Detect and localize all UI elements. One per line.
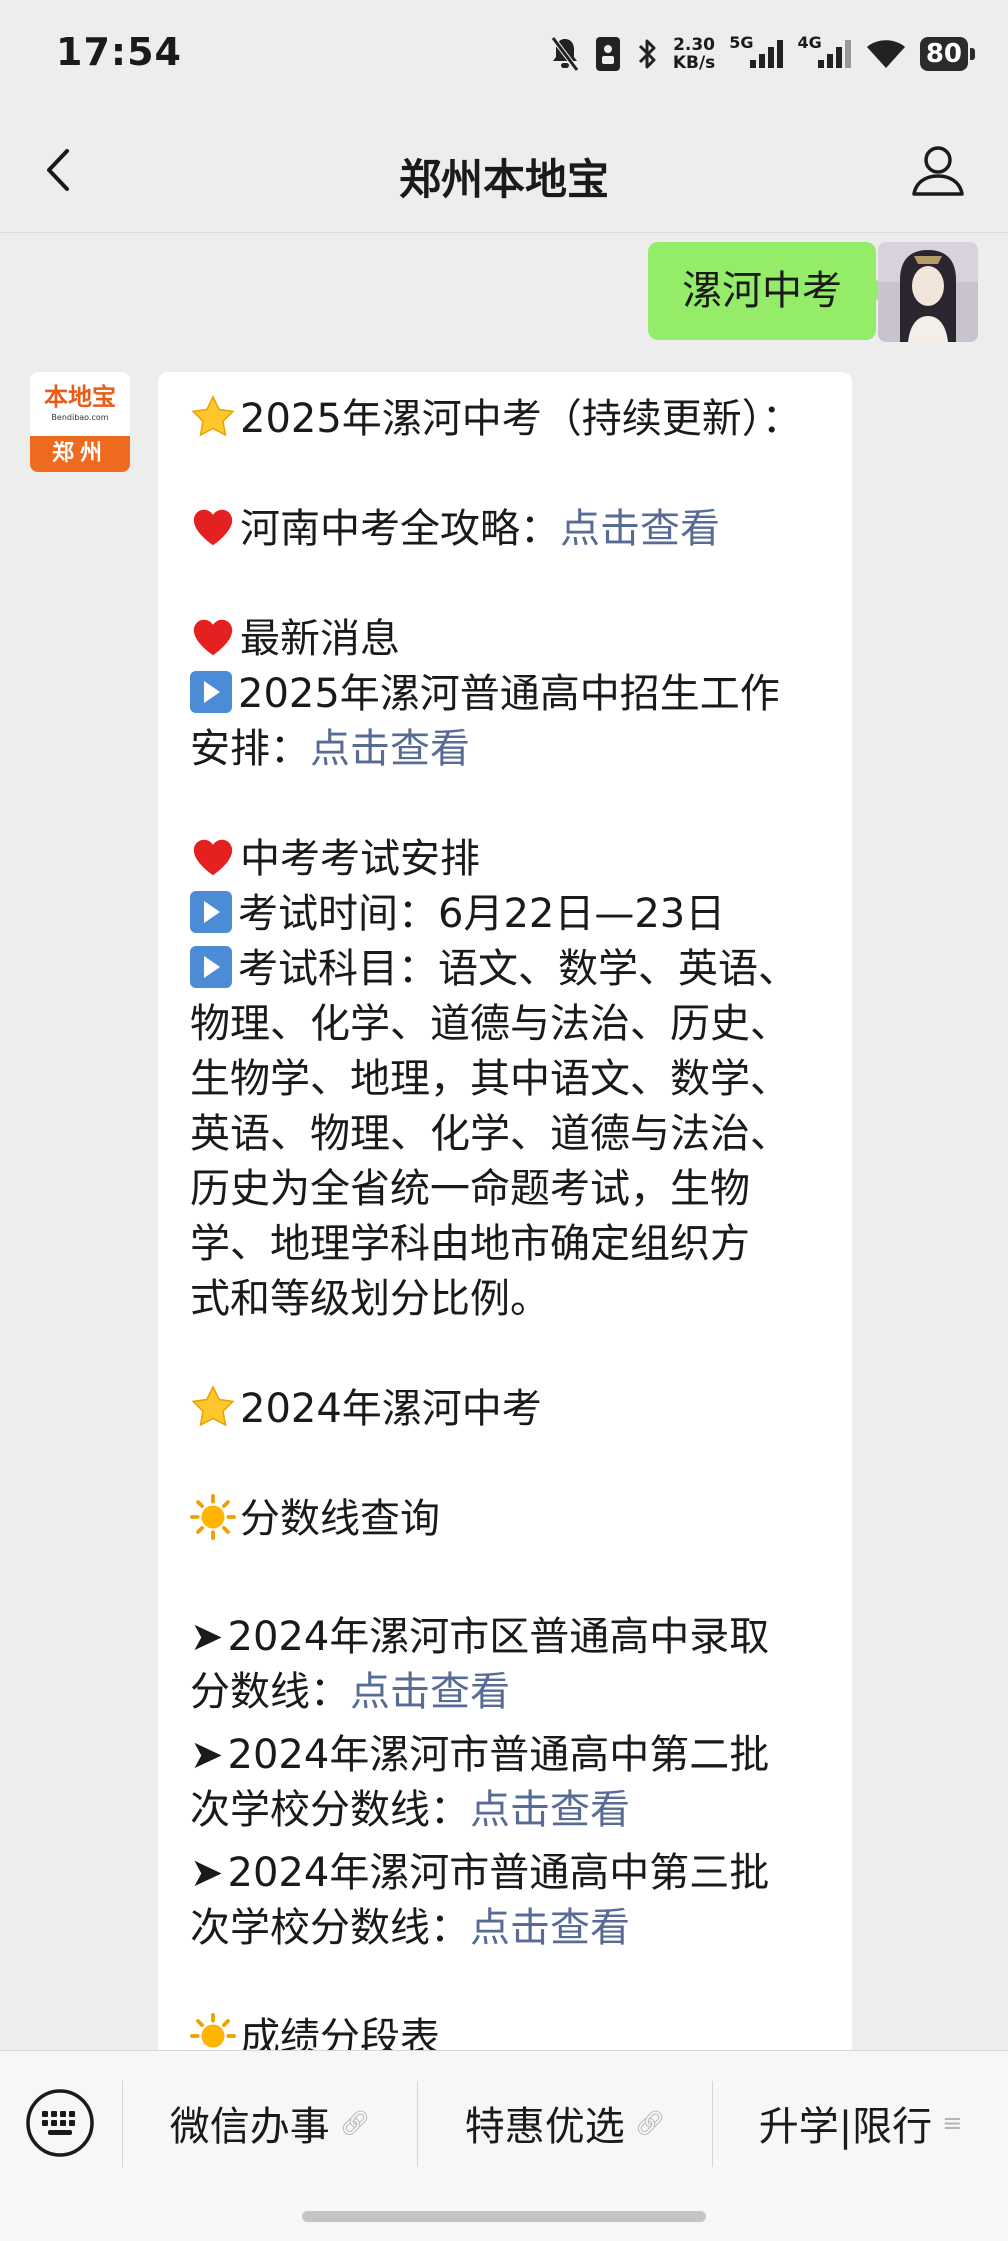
heart-icon: [193, 839, 233, 876]
menu-item-label: 特惠优选: [464, 2104, 625, 2150]
sim-icon: [595, 34, 621, 74]
message-line: 次学校分数线：点击查看: [190, 1905, 630, 1951]
message-line: 考试时间：6月22日—23日: [190, 887, 830, 942]
message-line: 英语、物理、化学、道德与法治、: [190, 1111, 790, 1157]
brand-domain: Bendibao.com: [51, 413, 109, 422]
keyboard-icon: [26, 2089, 94, 2157]
link-icon: 🔗︎: [339, 2109, 371, 2137]
arrow-icon: ➤: [190, 1732, 224, 1778]
profile-icon: [912, 146, 964, 196]
message-line: 历史为全省统一命题考试，生物: [190, 1166, 750, 1212]
message-line: 分数线：点击查看: [190, 1669, 510, 1715]
net-speed-unit: KB/s: [672, 53, 716, 73]
star-icon: [191, 395, 235, 437]
menu-item-deals[interactable]: 特惠优选 🔗︎: [418, 2075, 712, 2171]
message-line: 最新消息: [190, 612, 830, 667]
message-line: ➤ 2024年漯河市普通高中第二批: [190, 1732, 770, 1778]
signal-5g-label: 5G: [729, 32, 754, 52]
wifi-icon: [866, 34, 906, 74]
signal-4g-icon: 4G: [797, 32, 852, 74]
menu-item-label: 升学|限行: [758, 2104, 933, 2150]
brand-logo: 本地宝 Bendibao.com: [30, 372, 130, 436]
status-bar: 17:54 2.30 KB/s 5G 4G 80: [0, 0, 1008, 108]
view-link[interactable]: 点击查看: [560, 506, 720, 552]
arrow-icon: ➤: [190, 1850, 224, 1896]
brand-city: 郑州: [30, 436, 130, 472]
heart-icon: [193, 509, 233, 546]
outgoing-message[interactable]: 漯河中考: [648, 242, 890, 340]
message-line: 分数线查询: [190, 1492, 830, 1547]
bluetooth-icon: [635, 34, 659, 74]
arrow-icon: ➤: [190, 1614, 224, 1660]
message-line: 2025年漯河普通高中招生工作: [190, 667, 830, 722]
message-line: 2024年漯河中考: [190, 1382, 830, 1437]
status-icons: 2.30 KB/s 5G 4G 80: [549, 32, 976, 76]
message-line: 学、地理学科由地市确定组织方: [190, 1221, 750, 1267]
message-line: 式和等级划分比例。: [190, 1276, 550, 1322]
menu-item-wechat-service[interactable]: 微信办事 🔗︎: [123, 2075, 417, 2171]
menu-list-icon: ≡: [942, 2109, 963, 2137]
view-link[interactable]: 点击查看: [470, 1787, 630, 1833]
message-line: 次学校分数线：点击查看: [190, 1787, 630, 1833]
sun-icon: [190, 1494, 236, 1540]
message-line: 2025年漯河中考（持续更新）：: [190, 392, 830, 447]
star-icon: [191, 1385, 235, 1427]
message-line: 安排：点击查看: [190, 726, 470, 772]
user-avatar[interactable]: [878, 242, 978, 342]
brand-avatar[interactable]: 本地宝 Bendibao.com 郑州: [30, 372, 130, 472]
incoming-message[interactable]: 2025年漯河中考（持续更新）： 河南中考全攻略：点击查看 最新消息 2025年…: [158, 372, 852, 2072]
title-bar: 郑州本地宝: [0, 108, 1008, 233]
home-indicator[interactable]: [302, 2211, 706, 2222]
signal-4g-label: 4G: [797, 32, 822, 52]
net-speed: 2.30 KB/s: [673, 34, 715, 74]
play-icon: [190, 946, 232, 988]
message-line: 生物学、地理，其中语文、数学、: [190, 1056, 790, 1102]
outgoing-message-text: 漯河中考: [682, 268, 842, 314]
message-line: ➤ 2024年漯河市区普通高中录取: [190, 1614, 770, 1660]
link-icon: 🔗︎: [634, 2109, 666, 2137]
menu-item-education-traffic[interactable]: 升学|限行 ≡: [713, 2075, 1008, 2171]
message-line: 中考考试安排: [190, 832, 830, 887]
message-line: 河南中考全攻略：点击查看: [190, 502, 830, 557]
signal-5g-icon: 5G: [729, 32, 783, 74]
page-title: 郑州本地宝: [398, 155, 609, 204]
battery-icon: 80: [919, 34, 976, 74]
profile-button[interactable]: [908, 140, 968, 200]
play-icon: [190, 891, 232, 933]
view-link[interactable]: 点击查看: [310, 726, 470, 772]
view-link[interactable]: 点击查看: [350, 1669, 510, 1715]
battery-level: 80: [919, 37, 976, 71]
view-link[interactable]: 点击查看: [470, 1905, 630, 1951]
bottom-menu-bar: 微信办事 🔗︎ 特惠优选 🔗︎ 升学|限行 ≡: [0, 2050, 1008, 2241]
message-line: 考试科目：语文、数学、英语、: [190, 942, 830, 997]
heart-icon: [193, 619, 233, 656]
keyboard-button[interactable]: [24, 2087, 96, 2159]
message-line: 物理、化学、道德与法治、历史、: [190, 1001, 790, 1047]
mute-icon: [549, 34, 581, 74]
incoming-message-text: 2025年漯河中考（持续更新）： 河南中考全攻略：点击查看 最新消息 2025年…: [190, 392, 830, 2066]
net-speed-value: 2.30: [673, 35, 716, 55]
menu-item-label: 微信办事: [169, 2104, 330, 2150]
status-time: 17:54: [56, 30, 182, 74]
brand-name: 本地宝: [44, 383, 116, 411]
message-line: ➤ 2024年漯河市普通高中第三批: [190, 1850, 770, 1896]
play-icon: [190, 671, 232, 713]
